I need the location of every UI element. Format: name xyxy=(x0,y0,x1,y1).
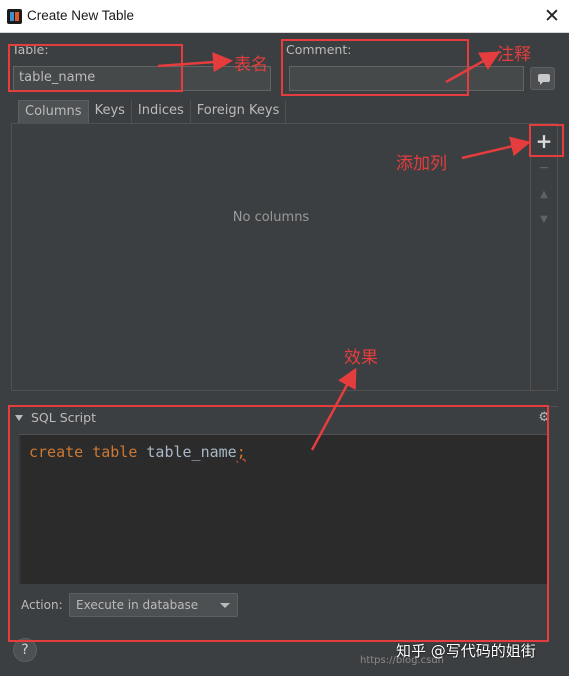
annotation-effect: 效果 xyxy=(344,348,378,368)
annotation-add-column: 添加列 xyxy=(396,154,447,174)
watermark: 知乎 @写代码的姐街 xyxy=(396,642,536,660)
title-bar: Create New Table ✕ xyxy=(0,0,569,33)
tab-indices[interactable]: Indices xyxy=(132,100,191,124)
tab-columns[interactable]: Columns xyxy=(18,100,89,124)
empty-columns-text: No columns xyxy=(232,210,310,225)
app-icon xyxy=(7,9,22,24)
tab-keys[interactable]: Keys xyxy=(89,100,132,124)
move-up-icon[interactable]: ▲ xyxy=(531,184,557,206)
move-down-icon[interactable]: ▼ xyxy=(531,209,557,231)
annotation-box-add xyxy=(529,124,564,157)
tab-foreign-keys[interactable]: Foreign Keys xyxy=(191,100,287,124)
annotation-box-sql xyxy=(8,405,549,642)
annotation-box-table xyxy=(8,44,183,92)
columns-panel: No columns xyxy=(11,123,531,391)
window-title: Create New Table xyxy=(27,8,135,23)
close-icon[interactable]: ✕ xyxy=(539,4,565,28)
chat-icon xyxy=(538,74,550,85)
tab-bar: Columns Keys Indices Foreign Keys xyxy=(18,100,287,124)
annotation-comment: 注释 xyxy=(497,45,531,65)
annotation-table-name: 表名 xyxy=(234,55,268,75)
comment-expand-button[interactable] xyxy=(530,67,555,90)
remove-column-icon[interactable]: − xyxy=(531,157,557,179)
columns-toolbar: + − ▲ ▼ xyxy=(531,123,558,391)
annotation-box-comment xyxy=(281,39,469,96)
